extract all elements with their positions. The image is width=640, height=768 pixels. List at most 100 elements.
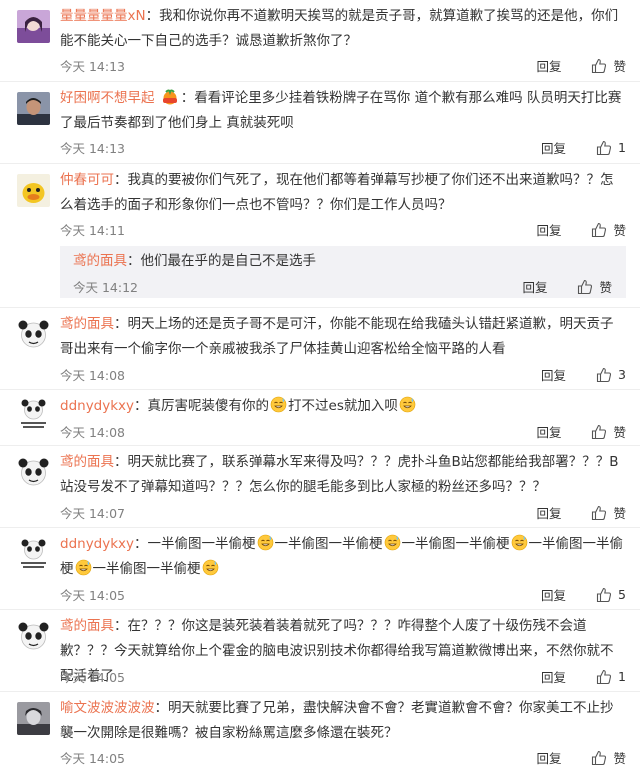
sweat-smile-emoji-icon: [75, 559, 92, 576]
timestamp: 今天 14:11: [60, 223, 125, 238]
avatar[interactable]: [17, 456, 50, 489]
reply-button[interactable]: 回复: [541, 667, 566, 686]
thumbs-up-icon: [577, 279, 593, 295]
like-button[interactable]: 3: [596, 367, 626, 383]
tangerine-badge-icon: [160, 88, 180, 105]
sweat-smile-emoji-icon: [270, 396, 287, 413]
thumbs-up-icon: [591, 424, 607, 440]
thumbs-up-icon: [596, 367, 612, 383]
like-button[interactable]: 赞: [591, 422, 626, 441]
avatar[interactable]: [17, 92, 50, 125]
like-button[interactable]: 赞: [591, 56, 626, 75]
username[interactable]: 喻文波波波波波: [60, 700, 155, 716]
comment-text-segment: 一半偷图一半偷梗: [401, 536, 510, 552]
like-count: 赞: [613, 425, 626, 440]
like-button[interactable]: 1: [596, 140, 626, 156]
avatar[interactable]: [17, 702, 50, 735]
panda-meme-avatar: [17, 318, 50, 351]
like-count: 赞: [613, 59, 626, 74]
comment-item: 鸢的面具：在？？？你这是装死装着装着就死了吗？？？咋得整个人废了十级伤残不会道歉…: [0, 610, 640, 692]
reply-button[interactable]: 回复: [536, 748, 561, 767]
comment-item: 仲春可可：我真的要被你们气死了，现在他们都等着弹幕写抄梗了你们还不出来道歉吗？？…: [0, 164, 640, 308]
username[interactable]: 鸢的面具: [60, 316, 114, 332]
timestamp: 今天 14:05: [60, 751, 125, 766]
reply-button[interactable]: 回复: [541, 138, 566, 157]
timestamp: 今天 14:05: [60, 588, 125, 603]
timestamp: 今天 14:13: [60, 141, 125, 156]
sub-reply: 鸢的面具：他们最在乎的是自己不是选手 今天 14:12 回复 赞: [60, 246, 626, 298]
reply-button[interactable]: 回复: [541, 365, 566, 384]
like-button[interactable]: 5: [596, 587, 626, 603]
thumbs-up-icon: [591, 222, 607, 238]
thumbs-up-icon: [591, 505, 607, 521]
avatar[interactable]: [17, 318, 50, 351]
sweat-smile-emoji-icon: [511, 534, 528, 551]
reply-button[interactable]: 回复: [536, 56, 561, 75]
panda-meme-avatar: [17, 620, 50, 653]
comment-text: 他们最在乎的是自己不是选手: [140, 253, 317, 269]
like-count: 1: [618, 669, 626, 684]
like-count: 赞: [613, 506, 626, 521]
timestamp: 今天 14:07: [60, 506, 125, 521]
sweat-smile-emoji-icon: [399, 396, 416, 413]
like-count: 赞: [599, 280, 612, 295]
like-count: 3: [618, 367, 626, 382]
thumbs-up-icon: [591, 58, 607, 74]
like-button[interactable]: 赞: [591, 748, 626, 767]
panda-text-avatar: [17, 398, 50, 431]
username[interactable]: ddnydykxy: [60, 398, 134, 414]
purple-girl-avatar: [17, 10, 50, 43]
like-button[interactable]: 赞: [591, 220, 626, 239]
reply-button[interactable]: 回复: [536, 422, 561, 441]
comment-text: 真厉害呢装傻有你的: [147, 398, 270, 414]
username[interactable]: 好困啊不想早起: [60, 90, 155, 106]
username[interactable]: 量量量量量xN: [60, 8, 146, 24]
comment-text: 明天上场的还是贡子哥不是可汗，你能不能现在给我磕头认错赶紧道歉，明天贡子哥出来有…: [60, 316, 614, 357]
timestamp: 今天 14:13: [60, 59, 125, 74]
username[interactable]: 鸢的面具: [73, 253, 127, 269]
comment-text: 明天就比赛了，联系弹幕水军来得及吗？？？虎扑斗鱼B站您都能给我部署？？？B站没号…: [60, 454, 619, 495]
comment-feed: 量量量量量xN：我和你说你再不道歉明天挨骂的就是贡子哥，就算道歉了挨骂的还是他，…: [0, 0, 640, 768]
avatar[interactable]: [17, 174, 50, 207]
reply-button[interactable]: 回复: [522, 277, 547, 296]
like-count: 赞: [613, 223, 626, 238]
sweat-smile-emoji-icon: [202, 559, 219, 576]
username[interactable]: 鸢的面具: [60, 454, 114, 470]
thumbs-up-icon: [596, 140, 612, 156]
timestamp: 今天 14:08: [60, 368, 125, 383]
like-button[interactable]: 1: [596, 669, 626, 685]
gray-boy-avatar: [17, 702, 50, 735]
avatar[interactable]: [17, 10, 50, 43]
like-count: 赞: [613, 751, 626, 766]
thumbs-up-icon: [596, 669, 612, 685]
username[interactable]: 仲春可可: [60, 172, 114, 188]
avatar[interactable]: [17, 398, 50, 431]
like-count: 5: [618, 587, 626, 602]
yellow-duck-avatar: [17, 174, 50, 207]
comment-item: 鸢的面具：明天就比赛了，联系弹幕水军来得及吗？？？虎扑斗鱼B站您都能给我部署？？…: [0, 446, 640, 528]
username[interactable]: 鸢的面具: [60, 618, 114, 634]
avatar[interactable]: [17, 620, 50, 653]
comment-item: 鸢的面具：明天上场的还是贡子哥不是可汗，你能不能现在给我磕头认错赶紧道歉，明天贡…: [0, 308, 640, 390]
thumbs-up-icon: [596, 587, 612, 603]
comment-text-continued: 打不过es就加入呗: [288, 398, 398, 414]
like-button[interactable]: 赞: [591, 503, 626, 522]
comment-item: ddnydykxy：真厉害呢装傻有你的 打不过es就加入呗 今天 14:08 回复…: [0, 390, 640, 446]
comment-text: 在？？？你这是装死装着装着就死了吗？？？咋得整个人废了十级伤残不会道歉？？？今天…: [60, 618, 614, 684]
reply-button[interactable]: 回复: [536, 503, 561, 522]
comment-item: ddnydykxy：一半偷图一半偷梗 一半偷图一半偷梗 一半偷图一半偷梗 一半偷图一半…: [0, 528, 640, 610]
username[interactable]: ddnydykxy: [60, 536, 134, 552]
comment-item: 好困啊不想早起 ：看看评论里多少挂着铁粉牌子在骂你 道个歉有那么难吗 队员明天打…: [0, 82, 640, 164]
like-button[interactable]: 赞: [577, 277, 612, 296]
timestamp: 今天 14:08: [60, 425, 125, 440]
reply-button[interactable]: 回复: [536, 220, 561, 239]
comment-text: 我真的要被你们气死了，现在他们都等着弹幕写抄梗了你们还不出来道歉吗？？怎么着选手…: [60, 172, 614, 213]
panda-text-avatar: [17, 538, 50, 571]
reply-button[interactable]: 回复: [541, 585, 566, 604]
panda-meme-avatar: [17, 456, 50, 489]
timestamp: 今天 14:05: [60, 670, 125, 685]
like-count: 1: [618, 140, 626, 155]
timestamp: 今天 14:12: [73, 280, 138, 295]
avatar[interactable]: [17, 538, 50, 571]
comment-item: 量量量量量xN：我和你说你再不道歉明天挨骂的就是贡子哥，就算道歉了挨骂的还是他，…: [0, 0, 640, 82]
